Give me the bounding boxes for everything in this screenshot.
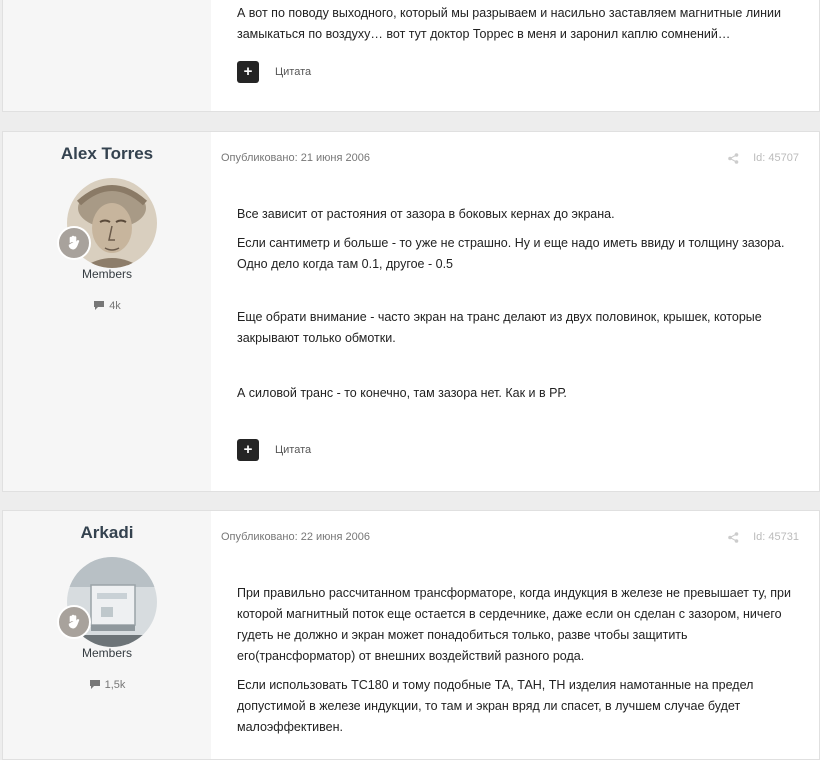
post-body: Все зависит от растояния от зазора в бок… bbox=[237, 204, 797, 412]
post-alex-torres: Alex Torres Members 4k Опубликовано: 21 … bbox=[2, 131, 820, 492]
author-column: Arkadi Members 1,5k bbox=[3, 511, 211, 759]
post-id[interactable]: Id: 45707 bbox=[753, 152, 799, 164]
plus-icon[interactable]: + bbox=[237, 61, 259, 83]
author-column bbox=[3, 0, 211, 111]
quote-label[interactable]: Цитата bbox=[275, 444, 311, 456]
author-name[interactable]: Alex Torres bbox=[3, 144, 211, 164]
post-meta: Id: 45731 bbox=[728, 531, 799, 543]
comment-icon bbox=[94, 301, 105, 310]
author-name[interactable]: Arkadi bbox=[3, 523, 211, 543]
member-group: Members bbox=[81, 646, 132, 660]
hand-badge-icon bbox=[57, 605, 91, 639]
post-paragraph: Если использовать ТС180 и тому подобные … bbox=[237, 678, 754, 734]
post-paragraph: А силовой транс - то конечно, там зазора… bbox=[237, 386, 567, 400]
post-date: Опубликовано: 22 июня 2006 bbox=[221, 531, 370, 543]
quote-button[interactable]: + Цитата bbox=[237, 439, 311, 461]
quote-label[interactable]: Цитата bbox=[275, 66, 311, 78]
post-content: Опубликовано: 22 июня 2006 Id: 45731 При… bbox=[211, 511, 819, 759]
post-count-value: 1,5k bbox=[104, 679, 126, 691]
post-paragraph: Если сантиметр и больше - то уже не стра… bbox=[237, 236, 785, 271]
post-count: 4k bbox=[3, 300, 211, 312]
post-body: А вот по поводу выходного, который мы ра… bbox=[237, 3, 797, 53]
post-previous: А вот по поводу выходного, который мы ра… bbox=[2, 0, 820, 112]
quote-button[interactable]: + Цитата bbox=[237, 61, 311, 83]
post-count-value: 4k bbox=[109, 300, 121, 312]
post-arkadi: Arkadi Members 1,5k Опубликовано: 22 июн… bbox=[2, 510, 820, 760]
post-paragraph: Все зависит от растояния от зазора в бок… bbox=[237, 207, 615, 221]
author-column: Alex Torres Members 4k bbox=[3, 132, 211, 491]
post-id[interactable]: Id: 45731 bbox=[753, 531, 799, 543]
post-date: Опубликовано: 21 июня 2006 bbox=[221, 152, 370, 164]
share-icon[interactable] bbox=[728, 531, 739, 543]
plus-icon[interactable]: + bbox=[237, 439, 259, 461]
member-group: Members bbox=[81, 267, 132, 281]
hand-badge-icon bbox=[57, 226, 91, 260]
post-meta: Id: 45707 bbox=[728, 152, 799, 164]
post-body: При правильно рассчитанном трансформатор… bbox=[237, 583, 797, 746]
post-paragraph: При правильно рассчитанном трансформатор… bbox=[237, 586, 791, 663]
post-paragraph: Еще обрати внимание - часто экран на тра… bbox=[237, 310, 762, 345]
post-paragraph: А вот по поводу выходного, который мы ра… bbox=[237, 6, 781, 41]
post-content: А вот по поводу выходного, который мы ра… bbox=[211, 0, 819, 111]
post-content: Опубликовано: 21 июня 2006 Id: 45707 Все… bbox=[211, 132, 819, 491]
comment-icon bbox=[89, 680, 100, 689]
share-icon[interactable] bbox=[728, 152, 739, 164]
post-count: 1,5k bbox=[3, 679, 211, 691]
